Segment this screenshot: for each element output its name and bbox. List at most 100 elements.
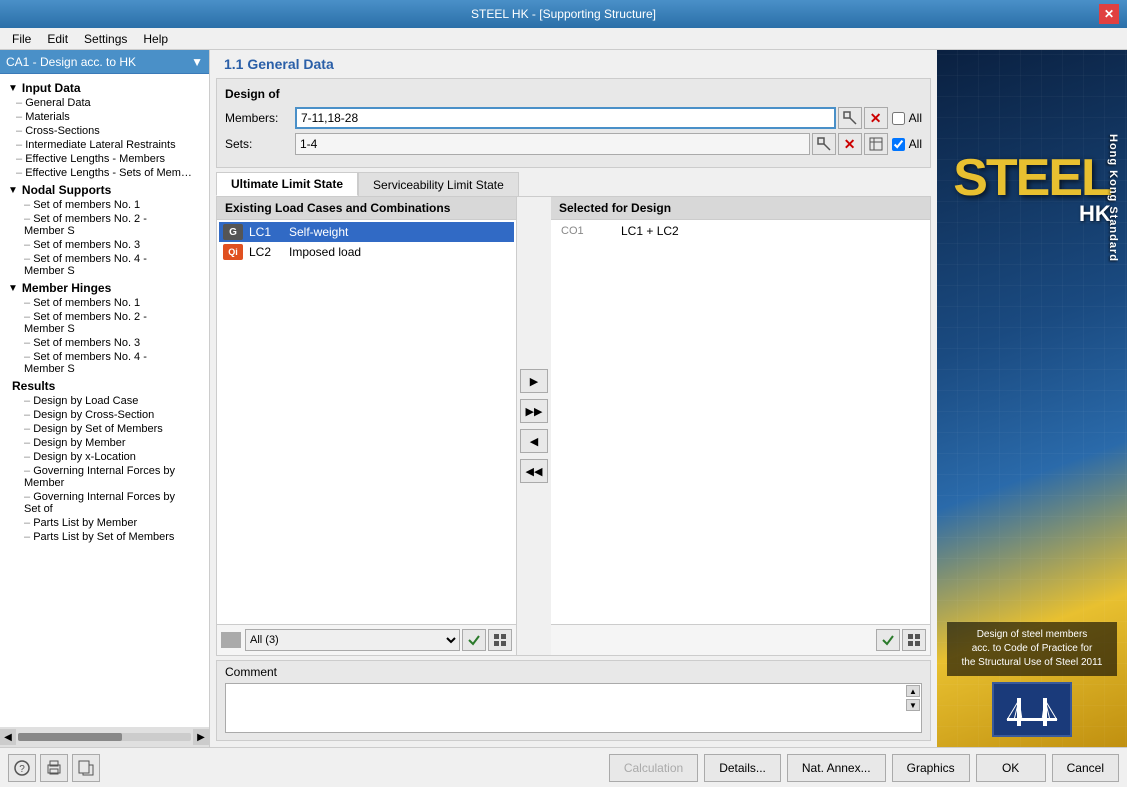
sets-all-checkbox-row: All xyxy=(892,137,922,151)
sidebar-item-effective-lengths-sets[interactable]: Effective Lengths - Sets of Members xyxy=(0,166,209,180)
selected-item-co1[interactable]: CO1 LC1 + LC2 xyxy=(553,222,928,240)
selected-value-co1: LC1 + LC2 xyxy=(621,224,679,238)
sets-pick-icon[interactable] xyxy=(812,133,836,155)
sidebar-item-hinges-2[interactable]: Set of members No. 2 - Member S xyxy=(0,310,209,336)
sidebar-item-hinges-3[interactable]: Set of members No. 3 xyxy=(0,336,209,350)
footer-color-swatch xyxy=(221,632,241,648)
sidebar-item-nodal-1[interactable]: Set of members No. 1 xyxy=(0,198,209,212)
right-panel: 1.1 General Data Design of Members: ✕ xyxy=(210,50,1127,747)
scroll-down-icon[interactable]: ▼ xyxy=(906,699,920,711)
footer-check-btn[interactable] xyxy=(462,629,486,651)
selected-footer-grid-btn[interactable] xyxy=(902,629,926,651)
main-layout: CA1 - Design acc. to HK ▼ ▼ Input Data G… xyxy=(0,50,1127,747)
sidebar-item-materials[interactable]: Materials xyxy=(0,110,209,124)
main-content: 1.1 General Data Design of Members: ✕ xyxy=(210,50,937,747)
menu-file[interactable]: File xyxy=(4,30,39,48)
members-all-checkbox-row: All xyxy=(892,111,922,125)
sidebar-item-results-8[interactable]: Parts List by Set of Members xyxy=(0,530,209,544)
export-icon-btn[interactable] xyxy=(72,754,100,782)
tree-section-nodal-supports-header[interactable]: ▼ Nodal Supports xyxy=(0,182,209,198)
details-button[interactable]: Details... xyxy=(704,754,781,782)
help-icon-btn[interactable]: ? xyxy=(8,754,36,782)
sidebar-item-results-4[interactable]: Design by x-Location xyxy=(0,450,209,464)
members-input[interactable] xyxy=(295,107,836,129)
scroll-left-btn[interactable]: ◀ xyxy=(0,729,16,745)
sidebar-item-effective-lengths-members[interactable]: Effective Lengths - Members xyxy=(0,152,209,166)
scroll-track xyxy=(18,733,191,741)
sidebar-item-nodal-4[interactable]: Set of members No. 4 - Member S xyxy=(0,252,209,278)
transfer-all-to-right-btn[interactable]: ▶▶ xyxy=(520,399,548,423)
sidebar-item-results-5[interactable]: Governing Internal Forces by Member xyxy=(0,464,209,490)
members-pick-icon[interactable] xyxy=(838,107,862,129)
sidebar-item-hinges-1[interactable]: Set of members No. 1 xyxy=(0,296,209,310)
sidebar-item-results-1[interactable]: Design by Cross-Section xyxy=(0,408,209,422)
tree-toggle-icon-3: ▼ xyxy=(8,283,18,294)
sidebar-item-hinges-4[interactable]: Set of members No. 4 - Member S xyxy=(0,350,209,376)
print-icon-btn[interactable] xyxy=(40,754,68,782)
tree-toggle-icon-2: ▼ xyxy=(8,185,18,196)
nat-annex-button[interactable]: Nat. Annex... xyxy=(787,754,886,782)
page-title: 1.1 General Data xyxy=(216,50,931,78)
tree-section-input-data-label: Input Data xyxy=(22,81,81,95)
graphics-button[interactable]: Graphics xyxy=(892,754,970,782)
lc-panels-wrapper: Existing Load Cases and Combinations G L… xyxy=(216,196,931,656)
comment-scrollbar: ▲ ▼ xyxy=(906,685,920,711)
load-item-lc2[interactable]: Qi LC2 Imposed load xyxy=(219,242,514,262)
sets-row: Sets: ✕ All xyxy=(225,133,922,155)
members-clear-icon[interactable]: ✕ xyxy=(864,107,888,129)
transfer-to-left-btn[interactable]: ◀ xyxy=(520,429,548,453)
dropdown-chevron-icon: ▼ xyxy=(191,55,203,69)
tab-serviceability-limit-state[interactable]: Serviceability Limit State xyxy=(358,172,519,196)
sidebar-item-results-0[interactable]: Design by Load Case xyxy=(0,394,209,408)
svg-text:?: ? xyxy=(19,764,25,775)
sets-all-checkbox[interactable] xyxy=(892,138,905,151)
transfer-all-to-left-btn[interactable]: ◀◀ xyxy=(520,459,548,483)
selected-id-co1: CO1 xyxy=(561,225,621,237)
design-dropdown[interactable]: CA1 - Design acc. to HK ▼ xyxy=(0,50,209,74)
tree-section-results-header[interactable]: Results xyxy=(0,378,209,394)
hong-kong-standard-text: Hong Kong Standard xyxy=(1107,134,1119,262)
sidebar-item-results-3[interactable]: Design by Member xyxy=(0,436,209,450)
menu-edit[interactable]: Edit xyxy=(39,30,76,48)
menu-settings[interactable]: Settings xyxy=(76,30,135,48)
image-panel: STEEL HK Hong Kong Standard Design of st… xyxy=(937,50,1127,747)
sidebar-item-intermediate-lateral[interactable]: Intermediate Lateral Restraints xyxy=(0,138,209,152)
sets-clear-icon[interactable]: ✕ xyxy=(838,133,862,155)
load-badge-g: G xyxy=(223,224,243,240)
tree-section-member-hinges-header[interactable]: ▼ Member Hinges xyxy=(0,280,209,296)
scroll-right-btn[interactable]: ▶ xyxy=(193,729,209,745)
selected-for-design-footer xyxy=(551,624,930,655)
comment-label: Comment xyxy=(225,665,922,679)
footer-grid-btn[interactable] xyxy=(488,629,512,651)
close-window-button[interactable]: ✕ xyxy=(1099,4,1119,24)
sidebar-item-cross-sections[interactable]: Cross-Sections xyxy=(0,124,209,138)
selected-footer-check-btn[interactable] xyxy=(876,629,900,651)
members-all-checkbox[interactable] xyxy=(892,112,905,125)
load-item-lc1[interactable]: G LC1 Self-weight xyxy=(219,222,514,242)
tree-toggle-icon: ▼ xyxy=(8,83,18,94)
comment-textarea[interactable] xyxy=(225,683,922,733)
sidebar-item-nodal-3[interactable]: Set of members No. 3 xyxy=(0,238,209,252)
sidebar-item-results-7[interactable]: Parts List by Member xyxy=(0,516,209,530)
load-cases-section: Existing Load Cases and Combinations G L… xyxy=(216,196,931,656)
load-filter-select[interactable]: All (3) xyxy=(245,629,460,651)
menu-help[interactable]: Help xyxy=(135,30,176,48)
sidebar-item-general-data[interactable]: General Data xyxy=(0,96,209,110)
scroll-thumb xyxy=(18,733,122,741)
cancel-button[interactable]: Cancel xyxy=(1052,754,1119,782)
tree-section-input-data-header[interactable]: ▼ Input Data xyxy=(0,80,209,96)
tree-section-member-hinges: ▼ Member Hinges Set of members No. 1 Set… xyxy=(0,280,209,376)
tab-ultimate-limit-state[interactable]: Ultimate Limit State xyxy=(216,172,358,196)
scroll-up-icon[interactable]: ▲ xyxy=(906,685,920,697)
members-row: Members: ✕ All xyxy=(225,107,922,129)
sidebar-item-results-6[interactable]: Governing Internal Forces by Set of xyxy=(0,490,209,516)
transfer-to-right-btn[interactable]: ▶ xyxy=(520,369,548,393)
ok-button[interactable]: OK xyxy=(976,754,1046,782)
sets-table-icon[interactable] xyxy=(864,133,888,155)
design-dropdown-label: CA1 - Design acc. to HK xyxy=(6,55,136,69)
sidebar-horizontal-scrollbar[interactable]: ◀ ▶ xyxy=(0,727,209,747)
sidebar-item-nodal-2[interactable]: Set of members No. 2 - Member S xyxy=(0,212,209,238)
sidebar-item-results-2[interactable]: Design by Set of Members xyxy=(0,422,209,436)
existing-load-cases-content: G LC1 Self-weight Qi LC2 Imposed load xyxy=(217,220,516,624)
steel-description: Design of steel members acc. to Code of … xyxy=(947,622,1117,676)
